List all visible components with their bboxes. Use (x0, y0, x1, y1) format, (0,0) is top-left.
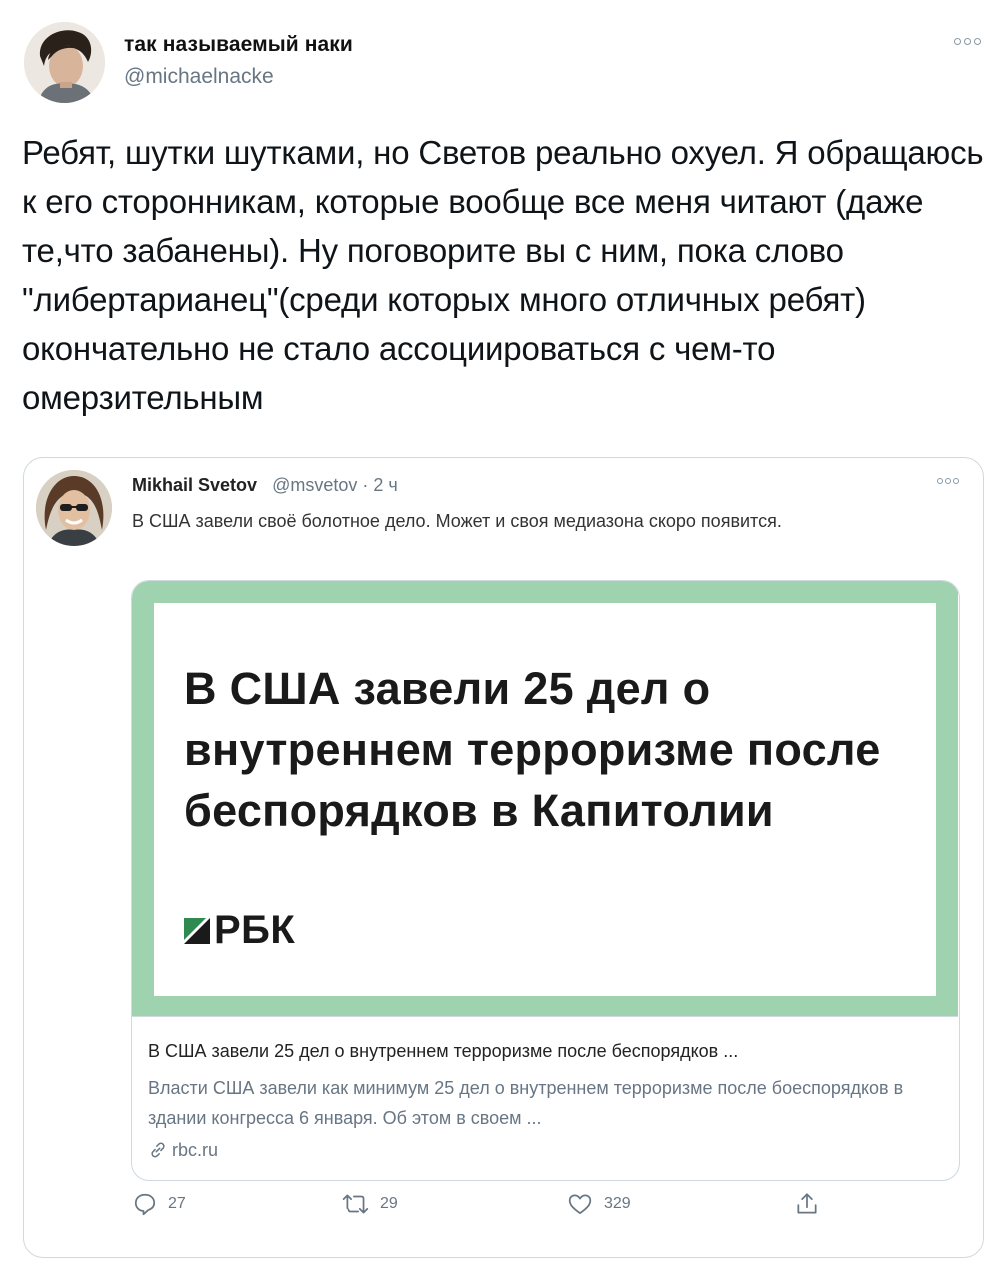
link-card-title: В США завели 25 дел о внутреннем террори… (148, 1041, 739, 1061)
link-card[interactable]: В США завели 25 дел о внутреннем террори… (131, 580, 960, 1181)
action-bar: 27 29 329 (24, 1191, 985, 1231)
more-icon[interactable] (954, 38, 981, 45)
author-block: так называемый наки @michaelnacke (124, 32, 353, 90)
article-headline: В США завели 25 дел о внутреннем террори… (184, 663, 881, 836)
quoted-author-handle[interactable]: @msvetov (272, 475, 357, 495)
like-button[interactable]: 329 (566, 1191, 631, 1217)
link-card-domain: rbc.ru (148, 1139, 218, 1161)
quoted-tweet-text: В США завели своё болотное дело. Может и… (132, 511, 782, 531)
quoted-header: Mikhail Svetov @msvetov · 2 ч (132, 474, 398, 496)
link-icon (151, 1142, 165, 1158)
link-card-description: Власти США завели как минимум 25 дел о в… (148, 1078, 904, 1128)
link-card-image[interactable]: В США завели 25 дел о внутреннем террори… (132, 581, 958, 1016)
quoted-author-name[interactable]: Mikhail Svetov (132, 475, 257, 495)
like-count: 329 (604, 1195, 631, 1212)
author-handle[interactable]: @michaelnacke (124, 64, 353, 90)
tweet: так называемый наки @michaelnacke Ребят,… (0, 0, 1003, 1280)
author-name[interactable]: так называемый наки (124, 32, 353, 58)
meta-separator: · (357, 475, 374, 495)
reply-count: 27 (168, 1195, 186, 1212)
quoted-author-avatar[interactable] (36, 470, 112, 546)
rbc-logo: РБК (184, 908, 295, 953)
link-card-info[interactable]: В США завели 25 дел о внутреннем террори… (132, 1016, 958, 1180)
rbc-logo-icon (184, 917, 210, 944)
share-icon (797, 1193, 817, 1214)
rbc-logo-text: РБК (214, 908, 296, 952)
quoted-time[interactable]: 2 ч (373, 475, 397, 495)
tweet-text: Ребят, шутки шутками, но Светов реально … (22, 134, 984, 416)
share-button[interactable] (794, 1191, 820, 1217)
reply-icon (134, 1193, 156, 1216)
link-domain-text: rbc.ru (172, 1140, 219, 1160)
retweet-count: 29 (380, 1195, 398, 1212)
quoted-tweet[interactable]: Mikhail Svetov @msvetov · 2 ч В США заве… (23, 457, 984, 1258)
like-icon (568, 1194, 592, 1215)
reply-button[interactable]: 27 (132, 1191, 186, 1217)
author-avatar[interactable] (24, 22, 105, 103)
quoted-more-icon[interactable] (937, 478, 959, 484)
retweet-button[interactable]: 29 (342, 1191, 398, 1217)
retweet-icon (342, 1194, 369, 1214)
